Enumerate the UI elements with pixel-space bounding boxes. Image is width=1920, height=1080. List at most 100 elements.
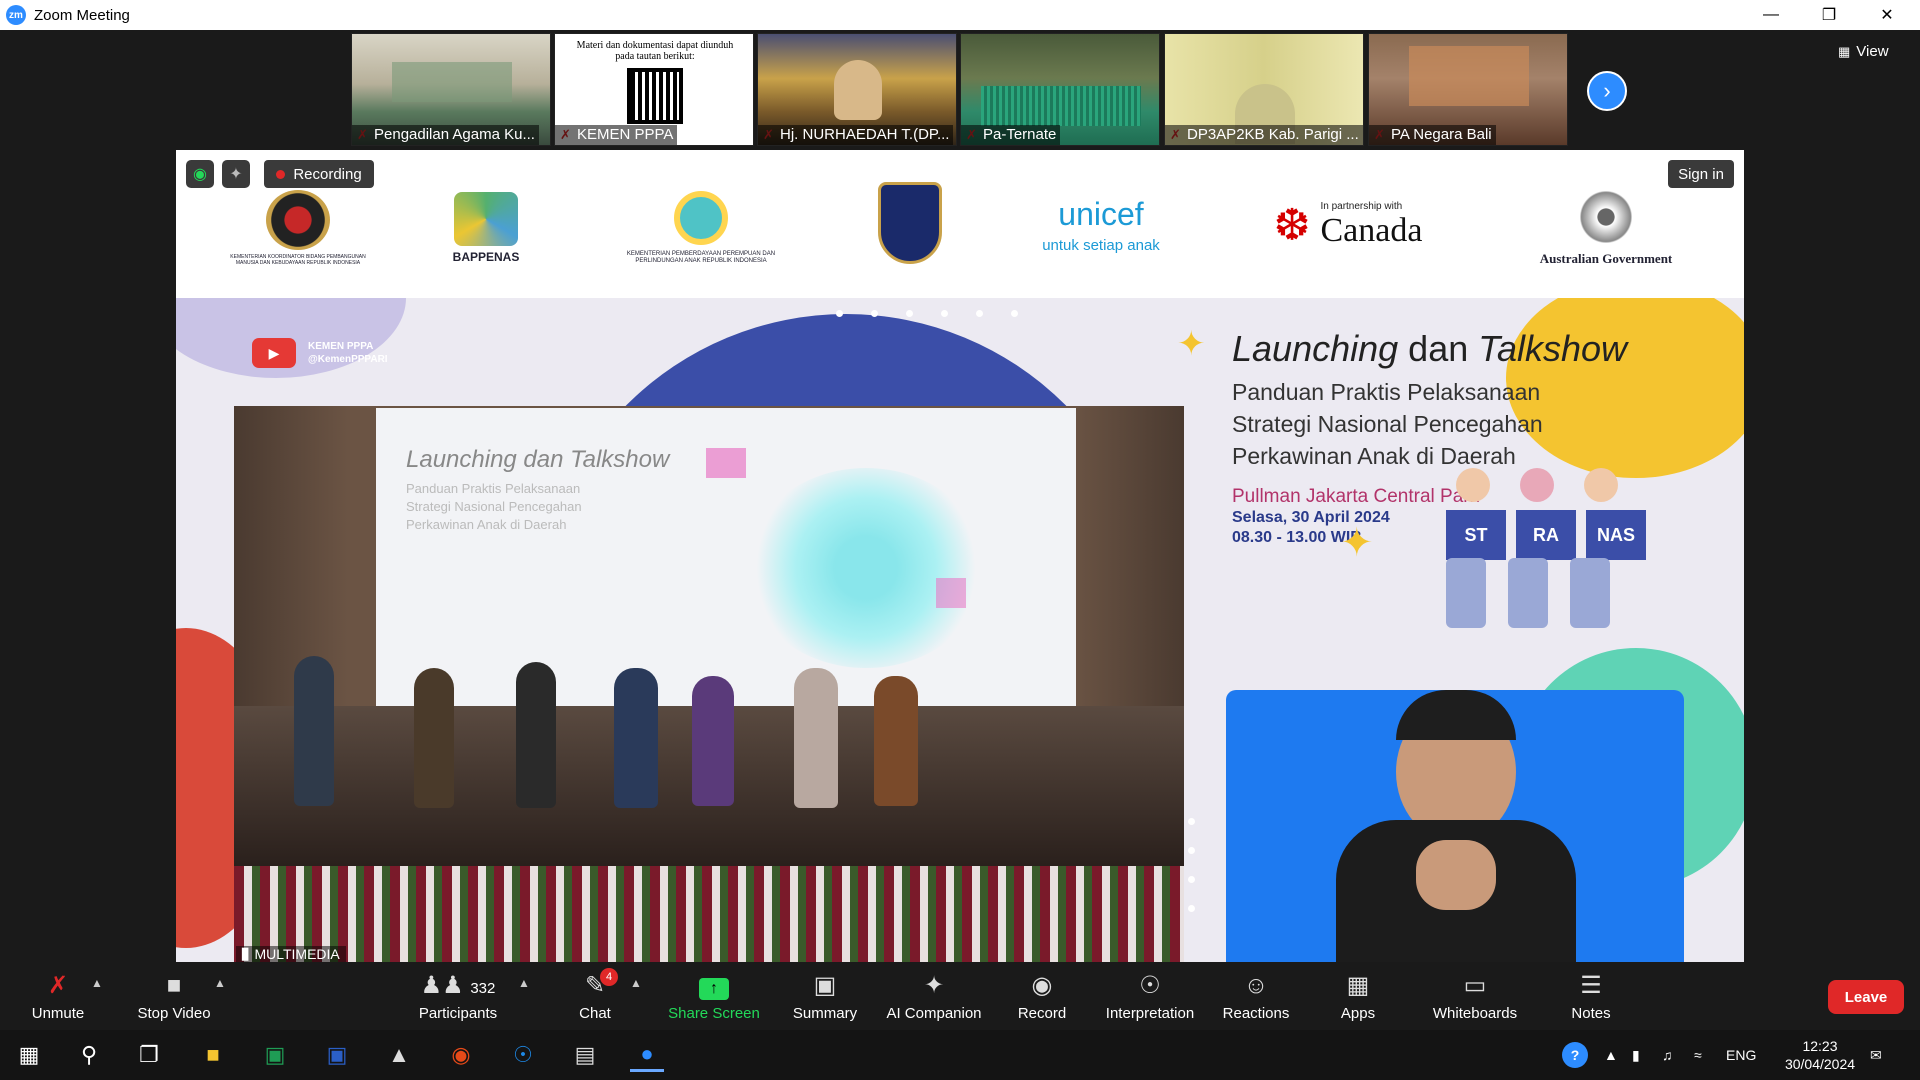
search-icon[interactable]: ⚲ [72,1038,106,1072]
leave-button[interactable]: Leave [1828,980,1904,1014]
windows-taskbar: ▦ ⚲ ❐ ■ ▣ ▣ ▲ ◉ ☉ ▤ ● ? ▲ ▮ ♫ ≈ ENG 12:2… [0,1030,1920,1080]
thumbnail-pa-negara-bali[interactable]: ✗ PA Negara Bali [1368,33,1568,146]
sparkle-icon: ✦ [1616,417,1637,444]
task-view-icon[interactable]: ❐ [132,1038,166,1072]
unicef-logo: unicef untuk setiap anak [1042,196,1160,254]
apps-icon: ▦ [1346,972,1370,999]
thumbnail-name: PA Negara Bali [1369,125,1496,145]
sparkle-icon: ✦ [1340,521,1374,565]
windows-start-icon[interactable]: ▦ [12,1038,46,1072]
slide-side-dots [1188,818,1195,912]
stage-screen: Launching dan Talkshow Panduan Praktis P… [376,408,1076,712]
event-slide: ▶ KEMEN PPPA @KemenPPPARI Launching dan … [176,298,1744,962]
grid-view-icon: ▦ [1838,43,1851,59]
event-subtitle: Panduan Praktis Pelaksanaan Strategi Nas… [1232,379,1543,469]
help-tray-icon[interactable]: ? [1562,1030,1588,1080]
volume-icon[interactable]: ♫ [1662,1030,1673,1080]
edge-browser-icon[interactable]: ☉ [506,1038,540,1072]
thumbnail-name: DP3AP2KB Kab. Parigi ... [1165,125,1363,145]
view-button[interactable]: ▦ View [1838,43,1889,60]
bappenas-logo: BAPPENAS [426,178,546,278]
record-button[interactable]: ◉ Record [1008,962,1076,1030]
ai-companion-button[interactable]: ✦ AI Companion [880,962,988,1030]
unmute-button[interactable]: ✗ Unmute [22,962,94,1030]
photos-icon[interactable]: ▲ [382,1038,416,1072]
australian-government-logo: Australian Government [1516,178,1696,278]
word-icon[interactable]: ▣ [320,1038,354,1072]
share-screen-button[interactable]: ↑ Share Screen [664,962,764,1030]
show-hidden-icons-chevron-icon[interactable]: ▲ [1604,1030,1618,1080]
video-camera-icon: ■ [166,972,182,999]
ai-sparkle-icon[interactable]: ✦ [222,160,250,188]
sign-in-button[interactable]: Sign in [1668,160,1734,188]
thumbnail-dp3ap2kb-parigi[interactable]: ✗ DP3AP2KB Kab. Parigi ... [1164,33,1364,146]
event-title: Launching dan Talkshow [1232,328,1628,369]
thumbnail-kemen-pppa[interactable]: Materi dan dokumentasi dapat diunduh pad… [554,33,754,146]
summary-icon: ▣ [813,972,837,999]
canada-logo: ❆ In partnership with Canada [1273,200,1423,250]
file-explorer-icon[interactable]: ■ [196,1038,230,1072]
whiteboards-button[interactable]: ▭ Whiteboards [1420,962,1530,1030]
shared-screen: KEMENTERIAN KOORDINATOR BIDANG PEMBANGUN… [176,150,1744,962]
close-icon[interactable]: ✕ [1858,0,1916,30]
video-thumbnail-strip: ✗ Pengadilan Agama Ku... Materi dan doku… [0,30,1920,148]
wps-office-icon[interactable]: ◉ [444,1038,478,1072]
share-screen-arrow-icon: ↑ [699,978,729,1000]
thumbnail-name: KEMEN PPPA [555,125,678,145]
zoom-logo-icon: zm [6,5,26,25]
minimize-icon[interactable]: — [1742,0,1800,30]
record-dot-icon [276,169,286,179]
notes-icon: ☰ [1580,972,1602,999]
wifi-icon[interactable]: ≈ [1694,1030,1702,1080]
view-label: View [1856,43,1889,60]
thumbnail-pengadilan-agama[interactable]: ✗ Pengadilan Agama Ku... [351,33,551,146]
participants-icon: ♟♟ 332 [420,972,496,999]
thumbnail-pa-ternate[interactable]: ✗ Pa-Ternate [960,33,1160,146]
participants-button[interactable]: ♟♟ 332 Participants [410,962,506,1030]
chat-caret-icon[interactable]: ▲ [630,976,642,990]
thumbnail-name: Pa-Ternate [961,125,1061,145]
language-indicator[interactable]: ENG [1726,1030,1756,1080]
chat-unread-badge: 4 [600,968,618,986]
meeting-toolbar: ✗ Unmute ▲ ■ Stop Video ▲ ♟♟ 332 Partici… [0,962,1920,1030]
restore-icon[interactable]: ❐ [1800,0,1858,30]
thumbnail-name: Pengadilan Agama Ku... [352,125,539,145]
excel-icon[interactable]: ▣ [258,1038,292,1072]
stage-video: Launching dan Talkshow Panduan Praktis P… [234,406,1184,962]
audio-options-caret-icon[interactable]: ▲ [91,976,103,990]
thumbnail-nurhaedah[interactable]: ✗ Hj. NURHAEDAH T.(DP... [757,33,957,146]
battery-icon[interactable]: ▮ [1632,1030,1640,1080]
apps-button[interactable]: ▦ Apps [1330,962,1386,1030]
recording-indicator[interactable]: Recording [264,160,374,188]
encryption-shield-icon[interactable]: ◉ [186,160,214,188]
summary-button[interactable]: ▣ Summary [786,962,864,1030]
whiteboard-icon: ▭ [1463,972,1487,999]
qr-note: Materi dan dokumentasi dapat diunduh pad… [576,40,734,62]
kemenko-pmk-logo: KEMENTERIAN KOORDINATOR BIDANG PEMBANGUN… [228,178,368,278]
slide-dots [836,310,1036,318]
video-options-caret-icon[interactable]: ▲ [214,976,226,990]
youtube-channel: KEMEN PPPA @KemenPPPARI [308,341,388,365]
qr-code-icon [627,68,683,124]
zoom-taskbar-icon[interactable]: ● [630,1038,664,1072]
participants-caret-icon[interactable]: ▲ [518,976,530,990]
window-title-bar: zm Zoom Meeting — ❐ ✕ [0,0,1920,30]
stop-video-button[interactable]: ■ Stop Video [128,962,220,1030]
kemenpppa-logo: KEMENTERIAN PEMBERDAYAAN PEREMPUAN DAN P… [606,178,796,278]
next-page-arrow-icon[interactable]: › [1587,71,1627,111]
globe-icon: ☉ [1139,972,1161,999]
sign-language-interpreter-video [1226,690,1684,962]
interpretation-button[interactable]: ☉ Interpretation [1098,962,1202,1030]
thumbnail-name: Hj. NURHAEDAH T.(DP... [758,125,954,145]
sparkle-icon: ✦ [1177,325,1206,363]
record-icon: ◉ [1031,972,1053,999]
notes-button[interactable]: ☰ Notes [1566,962,1616,1030]
maple-leaf-icon: ❆ [1273,200,1311,250]
notifications-icon[interactable]: ✉ [1870,1030,1882,1080]
microsoft-store-icon[interactable]: ▤ [568,1038,602,1072]
multimedia-name-tag: ▊ MULTIMEDIA [236,946,346,962]
muted-mic-icon: ✗ [47,972,69,999]
youtube-icon: ▶ [252,338,296,368]
reactions-button[interactable]: ☺ Reactions [1218,962,1294,1030]
system-clock[interactable]: 12:23 30/04/2024 [1772,1030,1868,1080]
